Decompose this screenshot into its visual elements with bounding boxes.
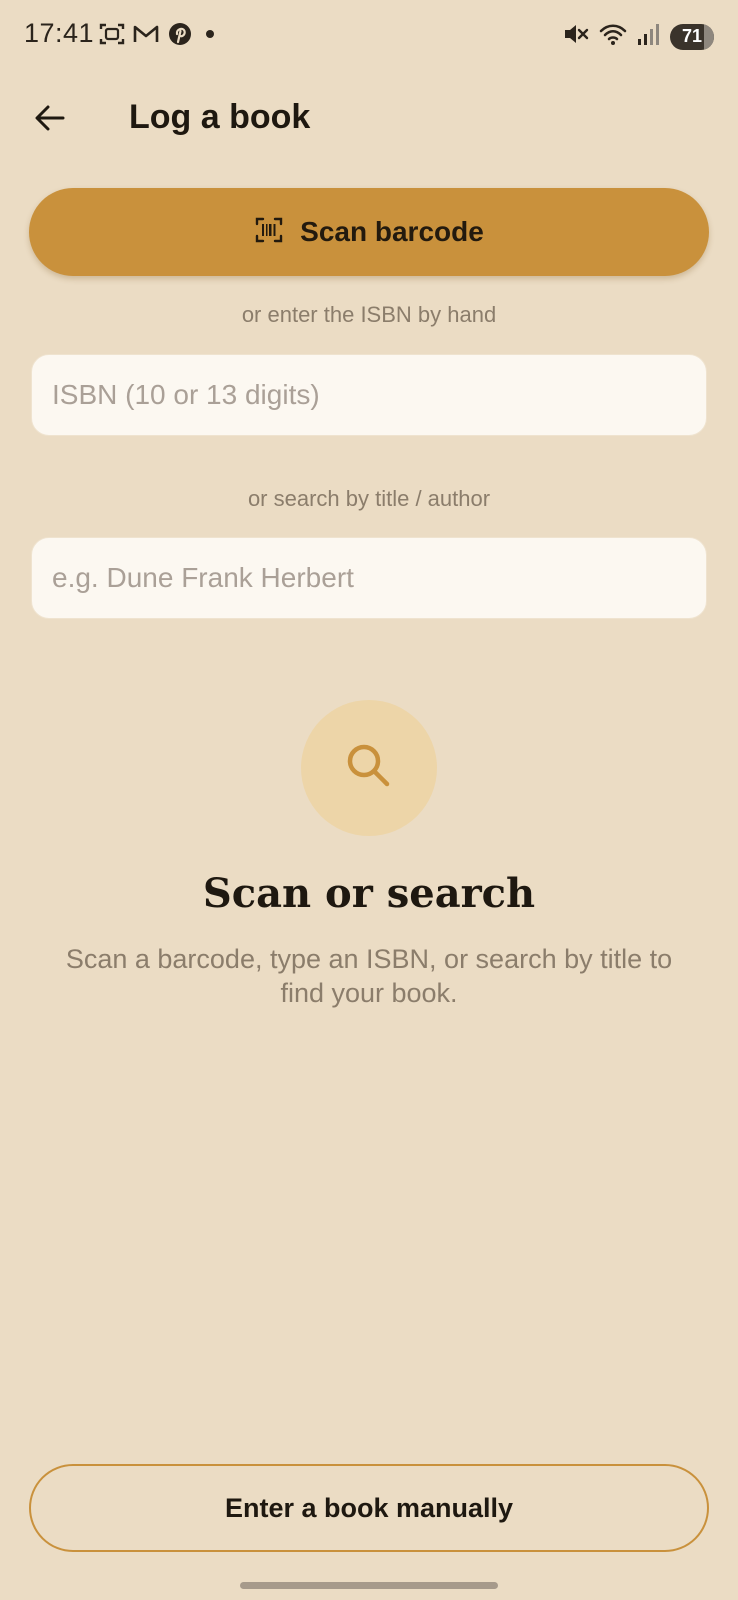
isbn-input[interactable] (31, 354, 707, 436)
battery-level: 71 (681, 26, 703, 46)
status-time: 17:41 (24, 18, 95, 48)
screenshot-icon (98, 20, 126, 53)
barcode-scan-icon (254, 215, 284, 250)
arrow-left-icon (33, 101, 67, 140)
home-indicator[interactable] (240, 1582, 498, 1589)
signal-icon (636, 20, 662, 53)
enter-manually-button[interactable]: Enter a book manually (29, 1464, 709, 1552)
status-notification-icons (98, 20, 220, 53)
gmail-icon (132, 20, 160, 53)
app-header: Log a book (0, 82, 738, 152)
status-system-icons: 71 (562, 20, 714, 53)
empty-state-icon-circle (301, 700, 437, 836)
pinterest-icon (166, 20, 194, 53)
scan-barcode-button[interactable]: Scan barcode (29, 188, 709, 276)
wifi-icon (598, 20, 628, 53)
empty-state-description: Scan a barcode, type an ISBN, or search … (65, 944, 673, 1008)
dot-icon (200, 20, 220, 53)
title-author-search-input[interactable] (31, 537, 707, 619)
isbn-helper-text: or enter the ISBN by hand (241, 302, 497, 327)
scan-barcode-label: Scan barcode (300, 216, 484, 247)
status-bar: 17:41 71 (0, 0, 738, 70)
battery-indicator: 71 (670, 23, 714, 50)
mute-icon (562, 20, 590, 53)
page-title: Log a book (129, 98, 311, 136)
search-icon (341, 738, 397, 799)
empty-state-title: Scan or search (202, 870, 536, 917)
back-button[interactable] (22, 92, 78, 148)
search-helper-text: or search by title / author (247, 486, 491, 511)
